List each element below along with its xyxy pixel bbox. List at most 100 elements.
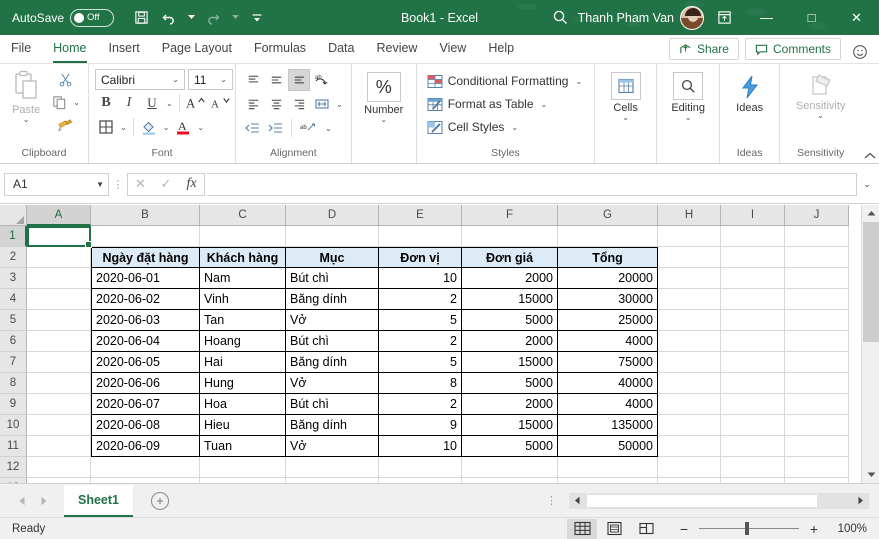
cell-G9[interactable]: 4000: [558, 394, 658, 415]
sensitivity-button[interactable]: Sensitivity ⌄: [786, 70, 855, 120]
active-cell-selection[interactable]: [27, 226, 92, 248]
font-color-dropdown-caret-icon[interactable]: ⌄: [195, 123, 206, 132]
name-box[interactable]: A1 ▼: [4, 172, 109, 196]
cell-F10[interactable]: 15000: [462, 415, 558, 436]
cell-H10[interactable]: [658, 415, 721, 436]
cell-C3[interactable]: Nam: [200, 268, 286, 289]
cell-H4[interactable]: [658, 289, 721, 310]
cell-B10[interactable]: 2020-06-08: [91, 415, 200, 436]
cell-G10[interactable]: 135000: [558, 415, 658, 436]
undo-dropdown-caret-icon[interactable]: [184, 5, 198, 31]
cell-G3[interactable]: 20000: [558, 268, 658, 289]
cell-I11[interactable]: [721, 436, 785, 457]
cut-icon[interactable]: [48, 68, 82, 90]
bold-button[interactable]: B: [95, 92, 117, 114]
cell-F11[interactable]: 5000: [462, 436, 558, 457]
cell-D10[interactable]: Băng dính: [286, 415, 379, 436]
undo-icon[interactable]: [156, 5, 182, 31]
align-bottom-icon[interactable]: [288, 69, 310, 91]
cell-B1[interactable]: [91, 226, 200, 247]
cell-G12[interactable]: [558, 457, 658, 478]
borders-dropdown-caret-icon[interactable]: ⌄: [118, 123, 129, 132]
scroll-right-arrow-icon[interactable]: [852, 493, 869, 509]
cell-D12[interactable]: [286, 457, 379, 478]
cell-B8[interactable]: 2020-06-06: [91, 373, 200, 394]
vertical-scroll-thumb[interactable]: [863, 222, 879, 342]
cell-E5[interactable]: 5: [379, 310, 462, 331]
cell-E11[interactable]: 10: [379, 436, 462, 457]
row-header-7[interactable]: 7: [0, 352, 27, 373]
cell-A12[interactable]: [27, 457, 91, 478]
scroll-left-arrow-icon[interactable]: [569, 493, 586, 509]
cell-I10[interactable]: [721, 415, 785, 436]
cell-J8[interactable]: [785, 373, 849, 394]
align-right-icon[interactable]: [288, 93, 310, 115]
cell-H7[interactable]: [658, 352, 721, 373]
cell-I8[interactable]: [721, 373, 785, 394]
cell-H2[interactable]: [658, 247, 721, 268]
cell-H3[interactable]: [658, 268, 721, 289]
enter-check-icon[interactable]: ✓: [153, 172, 179, 196]
editing-button[interactable]: Editing ⌄: [663, 70, 713, 122]
cell-F8[interactable]: 5000: [462, 373, 558, 394]
cell-G11[interactable]: 50000: [558, 436, 658, 457]
cell-C11[interactable]: Tuan: [200, 436, 286, 457]
column-header-g[interactable]: G: [558, 205, 658, 226]
cell-I4[interactable]: [721, 289, 785, 310]
normal-view-icon[interactable]: [567, 518, 597, 539]
column-header-i[interactable]: I: [721, 205, 785, 226]
cell-J12[interactable]: [785, 457, 849, 478]
row-header-4[interactable]: 4: [0, 289, 27, 310]
row-header-5[interactable]: 5: [0, 310, 27, 331]
zoom-level-label[interactable]: 100%: [829, 523, 867, 535]
cell-B6[interactable]: 2020-06-04: [91, 331, 200, 352]
cell-J10[interactable]: [785, 415, 849, 436]
cell-H6[interactable]: [658, 331, 721, 352]
cell-A9[interactable]: [27, 394, 91, 415]
cell-B5[interactable]: 2020-06-03: [91, 310, 200, 331]
row-header-9[interactable]: 9: [0, 394, 27, 415]
scroll-down-arrow-icon[interactable]: [862, 466, 879, 483]
ideas-button[interactable]: Ideas: [726, 72, 773, 114]
cell-D3[interactable]: Bút chì: [286, 268, 379, 289]
autosave-control[interactable]: AutoSave Off: [12, 8, 115, 27]
cell-I7[interactable]: [721, 352, 785, 373]
cell-C8[interactable]: Hung: [200, 373, 286, 394]
cell-J6[interactable]: [785, 331, 849, 352]
align-middle-icon[interactable]: [265, 69, 287, 91]
decrease-font-size-icon[interactable]: A: [209, 92, 233, 114]
cell-C12[interactable]: [200, 457, 286, 478]
next-sheet-icon[interactable]: [40, 496, 48, 506]
zoom-slider[interactable]: [699, 522, 799, 536]
row-header-11[interactable]: 11: [0, 436, 27, 457]
cell-I2[interactable]: [721, 247, 785, 268]
increase-font-size-icon[interactable]: A: [184, 92, 208, 114]
cell-B11[interactable]: 2020-06-09: [91, 436, 200, 457]
cell-D11[interactable]: Vở: [286, 436, 379, 457]
cells-dropdown-caret-icon[interactable]: ⌄: [622, 114, 629, 122]
cell-G8[interactable]: 40000: [558, 373, 658, 394]
zoom-in-button[interactable]: +: [807, 521, 821, 537]
cell-D9[interactable]: Bút chì: [286, 394, 379, 415]
cell-C5[interactable]: Tan: [200, 310, 286, 331]
increase-indent-icon[interactable]: [265, 117, 287, 139]
select-all-corner[interactable]: [0, 205, 27, 226]
merge-and-center-icon[interactable]: [311, 93, 333, 115]
cell-H9[interactable]: [658, 394, 721, 415]
decrease-indent-icon[interactable]: [242, 117, 264, 139]
cell-B4[interactable]: 2020-06-02: [91, 289, 200, 310]
font-size-combobox[interactable]: 11 ⌄: [188, 69, 233, 90]
cell-C1[interactable]: [200, 226, 286, 247]
sheet-tab-sheet1[interactable]: Sheet1: [64, 484, 133, 517]
cell-A7[interactable]: [27, 352, 91, 373]
collapse-ribbon-icon[interactable]: [861, 64, 879, 163]
cell-E10[interactable]: 9: [379, 415, 462, 436]
cell-I9[interactable]: [721, 394, 785, 415]
cell-J4[interactable]: [785, 289, 849, 310]
column-header-j[interactable]: J: [785, 205, 849, 226]
customize-quick-access-toolbar-icon[interactable]: [244, 5, 270, 31]
cancel-icon[interactable]: ✕: [127, 172, 153, 196]
scroll-up-arrow-icon[interactable]: [862, 205, 879, 222]
fill-color-dropdown-caret-icon[interactable]: ⌄: [161, 123, 172, 132]
cell-I12[interactable]: [721, 457, 785, 478]
